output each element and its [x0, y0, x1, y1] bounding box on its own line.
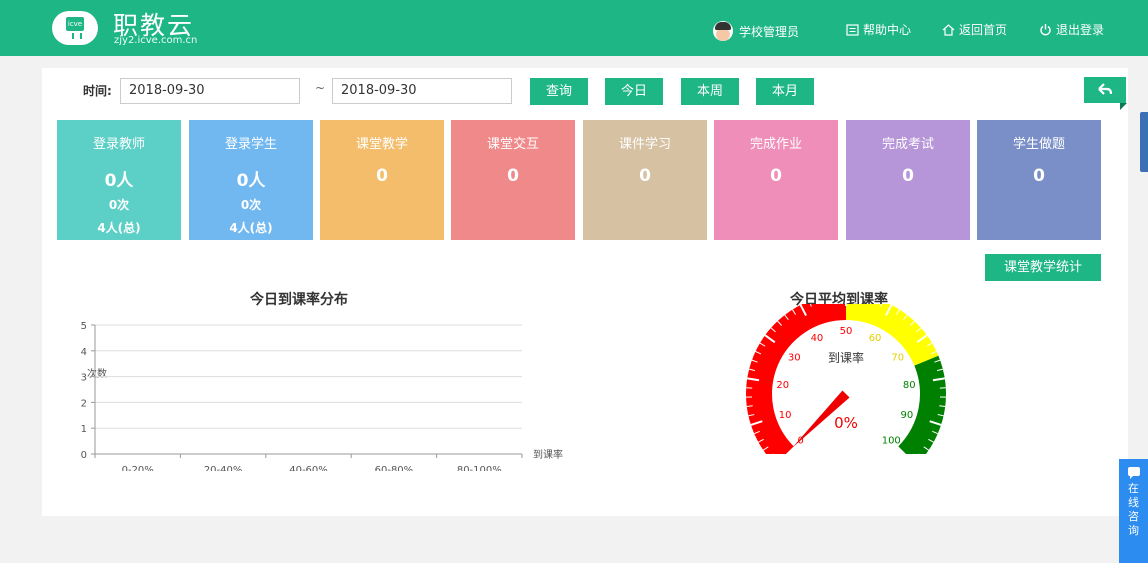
- y-tick-label: 0: [81, 450, 87, 461]
- card-title: 完成考试: [881, 137, 934, 152]
- x-tick-label: 20-40%: [204, 465, 243, 471]
- gauge-tick-label: 70: [891, 352, 904, 363]
- logout-link[interactable]: 退出登录: [1039, 21, 1104, 38]
- query-button[interactable]: 查询: [530, 78, 588, 105]
- return-home-link[interactable]: 返回首页: [942, 21, 1007, 38]
- x-tick-label: 40-60%: [289, 465, 328, 471]
- x-tick-label: 0-20%: [122, 465, 154, 471]
- card-value: 0: [639, 166, 651, 186]
- online-consult-button[interactable]: 在线咨询: [1119, 459, 1148, 563]
- this-month-button[interactable]: 本月: [756, 78, 814, 105]
- logo-subtitle: zjy2.icve.com.cn: [114, 35, 198, 46]
- card-title: 课堂交互: [486, 137, 539, 152]
- card-title: 课件学习: [618, 137, 671, 152]
- card-title: 登录教师: [92, 137, 145, 152]
- card-exam-done[interactable]: 完成考试 0: [846, 120, 970, 240]
- card-count: 0次: [240, 198, 262, 212]
- card-title: 完成作业: [749, 137, 802, 152]
- card-count: 0次: [108, 198, 130, 212]
- gauge-tick-label: 80: [903, 380, 916, 391]
- card-title: 课堂教学: [355, 137, 408, 152]
- help-center-label: 帮助中心: [863, 23, 912, 37]
- card-value: 0人: [236, 171, 266, 191]
- card-login-students[interactable]: 登录学生 0人 0次 4人(总): [189, 120, 313, 240]
- help-doc-icon: [846, 23, 859, 36]
- avatar: [713, 21, 733, 41]
- user-menu[interactable]: 学校管理员: [713, 21, 799, 41]
- logo-icon-text: icve: [66, 17, 84, 31]
- user-name: 学校管理员: [739, 24, 800, 39]
- classroom-stats-button[interactable]: 课堂教学统计: [985, 254, 1101, 281]
- back-button[interactable]: [1084, 77, 1127, 110]
- card-login-teachers[interactable]: 登录教师 0人 0次 4人(总): [57, 120, 181, 240]
- start-date-input[interactable]: 2018-09-30: [120, 78, 300, 104]
- side-handle[interactable]: [1140, 112, 1148, 172]
- card-title: 学生做题: [1012, 137, 1065, 152]
- y-tick-label: 1: [81, 424, 87, 435]
- x-tick-label: 60-80%: [375, 465, 414, 471]
- end-date-input[interactable]: 2018-09-30: [332, 78, 512, 104]
- help-center-link[interactable]: 帮助中心: [846, 21, 911, 38]
- card-value: 0: [376, 166, 388, 186]
- home-icon: [942, 23, 955, 36]
- card-homework-done[interactable]: 完成作业 0: [714, 120, 838, 240]
- gauge-tick-label: 40: [811, 333, 824, 344]
- attendance-distribution-chart: 次数 0 1 2 3 4 5 0-20% 20-40% 40-60% 60-80% 80-100%…: [81, 321, 563, 471]
- card-classroom-teaching[interactable]: 课堂教学 0: [320, 120, 444, 240]
- y-tick-label: 5: [81, 321, 87, 332]
- gauge-tick-label: 30: [788, 352, 801, 363]
- x-axis-label: 到课率: [533, 448, 563, 461]
- card-value: 0: [770, 166, 782, 186]
- gauge-tick-label: 100: [882, 435, 901, 446]
- card-value: 0: [902, 166, 914, 186]
- gauge-tick-label: 10: [779, 410, 792, 421]
- y-tick-label: 3: [81, 373, 87, 384]
- online-consult-label: 在线咨询: [1128, 482, 1139, 537]
- gauge-tick-label: 90: [901, 410, 914, 421]
- card-value: 0: [1033, 166, 1045, 186]
- card-classroom-interaction[interactable]: 课堂交互 0: [451, 120, 575, 240]
- y-tick-label: 4: [81, 347, 87, 358]
- avg-attendance-gauge: 0102030405060708090100 到课率 0%: [746, 304, 947, 454]
- chat-icon: [1127, 467, 1140, 479]
- logo-icon[interactable]: icve: [52, 11, 98, 45]
- dashboard-panel: 时间: 2018-09-30 ~ 2018-09-30 查询 今日 本周 本月 …: [42, 68, 1128, 516]
- gauge-tick-label: 60: [869, 333, 882, 344]
- logout-label: 退出登录: [1056, 23, 1105, 37]
- return-home-label: 返回首页: [959, 23, 1008, 37]
- gauge-series-name: 到课率: [828, 350, 864, 365]
- gauge-tick-label: 20: [776, 380, 789, 391]
- card-courseware-study[interactable]: 课件学习 0: [583, 120, 707, 240]
- card-title: 登录学生: [224, 137, 277, 152]
- card-value: 0人: [104, 171, 134, 191]
- today-button[interactable]: 今日: [605, 78, 663, 105]
- top-navbar: icve 职教云 zjy2.icve.com.cn 学校管理员 帮助中心 返回首…: [0, 0, 1148, 56]
- date-separator: ~: [315, 81, 326, 95]
- gauge-tick-label: 50: [840, 326, 853, 337]
- card-student-exercises[interactable]: 学生做题 0: [977, 120, 1101, 240]
- card-total: 4人(总): [97, 221, 141, 235]
- card-total: 4人(总): [229, 221, 273, 235]
- card-value: 0: [507, 166, 519, 186]
- gauge-band: [746, 304, 846, 454]
- back-arrow-icon: [1098, 83, 1113, 95]
- gauge-value: 0%: [834, 414, 858, 432]
- time-label: 时间:: [83, 84, 112, 98]
- y-tick-label: 2: [81, 398, 87, 409]
- this-week-button[interactable]: 本周: [681, 78, 739, 105]
- y-axis-label: 次数: [87, 367, 107, 380]
- x-tick-label: 80-100%: [457, 465, 502, 471]
- power-icon: [1040, 24, 1051, 36]
